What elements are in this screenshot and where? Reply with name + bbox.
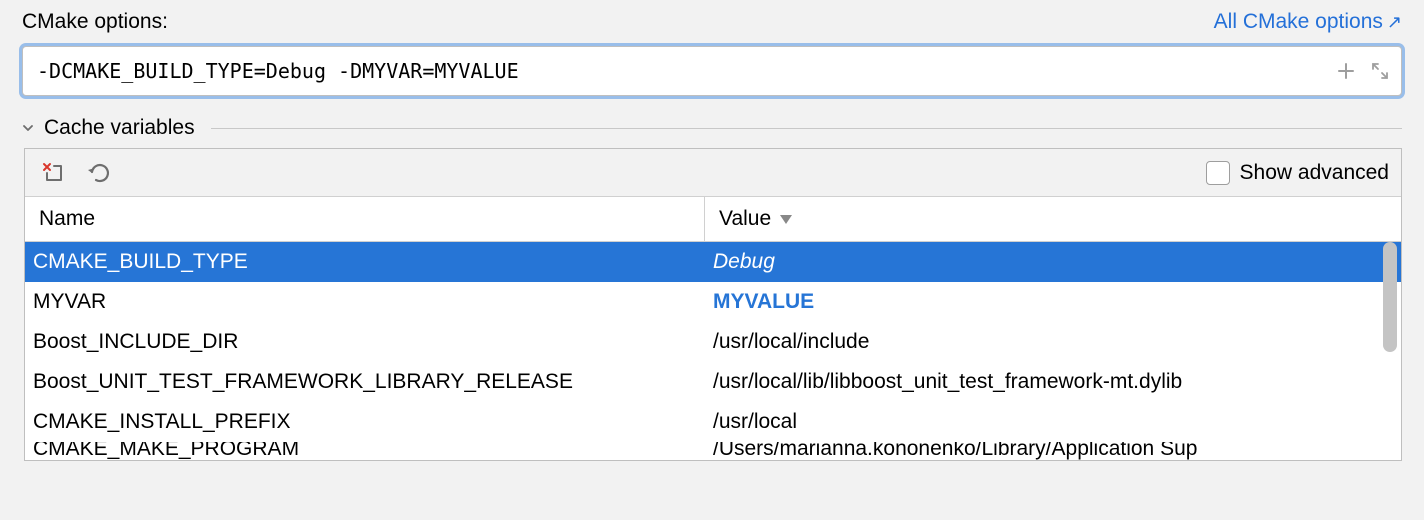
table-body: CMAKE_BUILD_TYPEDebugMYVARMYVALUEBoost_I…: [25, 242, 1401, 460]
show-advanced-checkbox[interactable]: [1206, 161, 1230, 185]
cell-value[interactable]: Debug: [705, 250, 1401, 274]
table-row[interactable]: CMAKE_MAKE_PROGRAM/Users/marianna.konone…: [25, 442, 1401, 460]
table-row[interactable]: MYVARMYVALUE: [25, 282, 1401, 322]
table-header: Name Value: [25, 197, 1401, 242]
table-row[interactable]: CMAKE_BUILD_TYPEDebug: [25, 242, 1401, 282]
cell-value[interactable]: /Users/marianna.kononenko/Library/Applic…: [705, 442, 1401, 460]
cell-name: CMAKE_MAKE_PROGRAM: [25, 442, 705, 460]
cell-name: Boost_INCLUDE_DIR: [25, 330, 705, 354]
all-cmake-options-link[interactable]: All CMake options ↗: [1214, 10, 1402, 34]
table-row[interactable]: Boost_INCLUDE_DIR/usr/local/include: [25, 322, 1401, 362]
cmake-options-input[interactable]: [22, 46, 1402, 96]
chevron-down-icon: [20, 120, 36, 136]
show-advanced-label: Show advanced: [1240, 161, 1389, 185]
cell-value[interactable]: /usr/local/lib/libboost_unit_test_framew…: [705, 370, 1401, 394]
cell-name: MYVAR: [25, 290, 705, 314]
options-label: CMake options:: [22, 10, 168, 34]
all-options-text: All CMake options: [1214, 10, 1383, 34]
expand-icon[interactable]: [1368, 59, 1392, 83]
cell-value[interactable]: MYVALUE: [705, 290, 1401, 314]
column-value-header[interactable]: Value: [705, 197, 1401, 241]
reset-icon[interactable]: [39, 159, 67, 187]
cache-toolbar: Show advanced: [25, 149, 1401, 197]
cache-variables-panel: Show advanced Name Value CMAKE_BUILD_TYP…: [24, 148, 1402, 461]
column-name-header[interactable]: Name: [25, 197, 705, 241]
options-header: CMake options: All CMake options ↗: [22, 10, 1402, 34]
cell-name: Boost_UNIT_TEST_FRAMEWORK_LIBRARY_RELEAS…: [25, 370, 705, 394]
vertical-scrollbar[interactable]: [1383, 242, 1397, 352]
undo-icon[interactable]: [85, 159, 113, 187]
column-value-label: Value: [719, 207, 771, 231]
input-action-icons: [1334, 59, 1392, 83]
cache-variables-title: Cache variables: [44, 116, 195, 140]
plus-icon[interactable]: [1334, 59, 1358, 83]
section-divider: [211, 128, 1402, 129]
table-row[interactable]: Boost_UNIT_TEST_FRAMEWORK_LIBRARY_RELEAS…: [25, 362, 1401, 402]
cache-variables-section-header[interactable]: Cache variables: [20, 116, 1402, 140]
cell-value[interactable]: /usr/local/include: [705, 330, 1401, 354]
show-advanced-toggle[interactable]: Show advanced: [1206, 161, 1389, 185]
external-link-icon: ↗: [1387, 12, 1402, 33]
table-row[interactable]: CMAKE_INSTALL_PREFIX/usr/local: [25, 402, 1401, 442]
cell-name: CMAKE_BUILD_TYPE: [25, 250, 705, 274]
sort-desc-icon: [779, 207, 793, 231]
cmake-options-input-wrapper: [22, 46, 1402, 96]
cell-value[interactable]: /usr/local: [705, 410, 1401, 434]
cell-name: CMAKE_INSTALL_PREFIX: [25, 410, 705, 434]
